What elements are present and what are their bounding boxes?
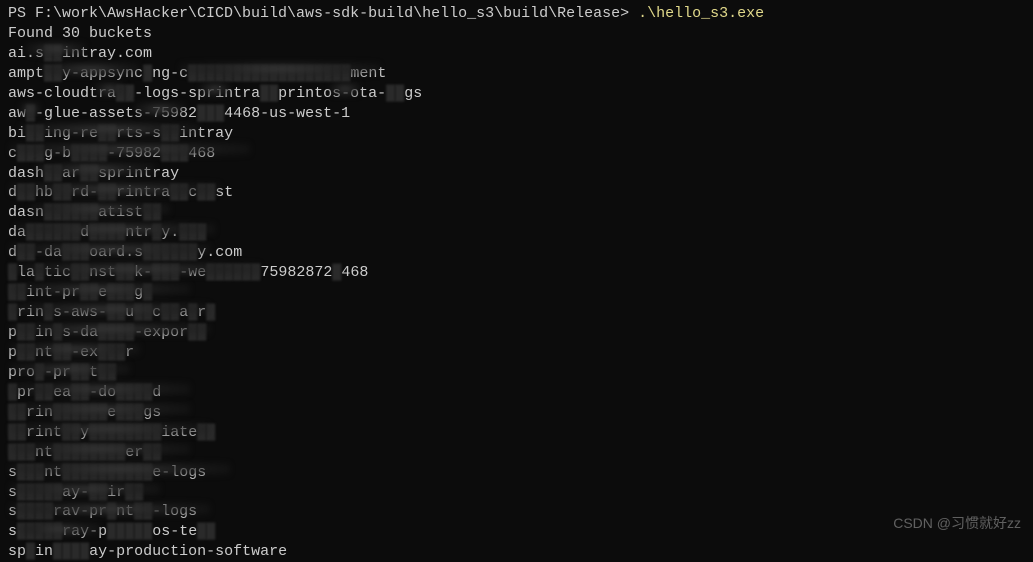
bucket-line: c███g-b████-75982███468 <box>8 144 1025 164</box>
command-text: .\hello_s3.exe <box>638 5 764 22</box>
bucket-line: s█████ray-p█████os-te██ <box>8 522 1025 542</box>
prompt-path: F:\work\AwsHacker\CICD\build\aws-sdk-bui… <box>35 5 629 22</box>
bucket-line: █la█tic██nst██k-███-we██████75982872█468 <box>8 263 1025 283</box>
bucket-line: bi██ing-re██rts-s██intray <box>8 124 1025 144</box>
bucket-line: aw█-glue-assets-75982███4468-us-west-1 <box>8 104 1025 124</box>
bucket-line: s███nt██████████e-logs <box>8 463 1025 483</box>
bucket-line: ai.s██intray.com <box>8 44 1025 64</box>
bucket-line: d██hb██rd-██rintra██c██st <box>8 183 1025 203</box>
output-header: Found 30 buckets <box>8 24 1025 44</box>
prompt-prefix: PS <box>8 5 35 22</box>
bucket-line: ██int-pr██e███g█ <box>8 283 1025 303</box>
bucket-line: d██-da███oard.s██████y.com <box>8 243 1025 263</box>
bucket-line: ██rint██y████████iate██ <box>8 423 1025 443</box>
bucket-line: p██in█s-da████-expor██ <box>8 323 1025 343</box>
bucket-line: aws-cloudtra██-logs-sprintra██printos-ot… <box>8 84 1025 104</box>
bucket-line: █rin█s-aws-██u██c██a█r█ <box>8 303 1025 323</box>
prompt-line: PS F:\work\AwsHacker\CICD\build\aws-sdk-… <box>8 4 1025 24</box>
bucket-line: dash██ar██sprintray <box>8 164 1025 184</box>
bucket-line: da██████d████ntr█y.███ <box>8 223 1025 243</box>
bucket-line: p██nt██-ex███r <box>8 343 1025 363</box>
bucket-line: █pr██ea██-do████d <box>8 383 1025 403</box>
terminal-container[interactable]: PS F:\work\AwsHacker\CICD\build\aws-sdk-… <box>8 4 1025 562</box>
bucket-line: ██rin██████e███gs <box>8 403 1025 423</box>
bucket-line: sp█in████ay-production-software <box>8 542 1025 562</box>
bucket-line: ███nt████████er██ <box>8 443 1025 463</box>
bucket-line: pro█-pr██t██ <box>8 363 1025 383</box>
bucket-line: ampt██y-appsync█ng-c██████████████████me… <box>8 64 1025 84</box>
bucket-line: dasn██████atist██ <box>8 203 1025 223</box>
bucket-line: s████rav-pr█nt██-logs <box>8 502 1025 522</box>
bucket-line: s█████ay-██ir██ <box>8 483 1025 503</box>
